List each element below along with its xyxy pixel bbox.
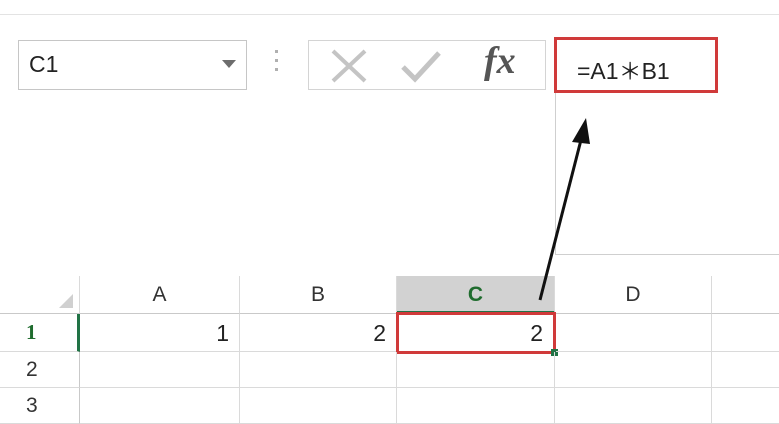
spreadsheet-grid: A B C D 1 1 2 2 2 3 [0,276,779,424]
column-header-a[interactable]: A [80,276,240,314]
cell-d1[interactable] [556,314,712,352]
name-box[interactable]: C1 [18,40,247,90]
cell-c1-value: 2 [530,320,543,346]
formula-text: =A1＊B1 [577,58,670,84]
column-header-e[interactable] [712,276,779,314]
row-header-3[interactable]: 3 [0,388,80,424]
select-all-corner[interactable] [0,276,80,314]
fx-icon[interactable]: fx [484,39,516,83]
cell-c2[interactable] [397,352,555,388]
cell-b3[interactable] [240,388,397,424]
cell-a3[interactable] [80,388,240,424]
cell-e3[interactable] [712,388,779,424]
cell-b1[interactable]: 2 [240,314,397,352]
cell-c1[interactable]: 2 [396,312,558,356]
cell-d2[interactable] [555,352,712,388]
cell-c3[interactable] [397,388,555,424]
cell-d3[interactable] [555,388,712,424]
name-box-value: C1 [29,51,59,77]
annotation-arrow-icon [538,118,590,301]
row-header-1[interactable]: 1 [0,314,80,352]
top-divider [0,14,779,15]
select-all-icon [59,294,73,308]
cell-e2[interactable] [712,352,779,388]
column-header-b[interactable]: B [240,276,397,314]
formula-input[interactable]: =A1＊B1 [554,37,718,93]
cancel-icon[interactable] [329,47,369,85]
formula-bar-buttons: fx [308,40,546,90]
cell-b2[interactable] [240,352,397,388]
enter-check-icon[interactable] [399,47,443,85]
cell-a2[interactable] [80,352,240,388]
row-header-2[interactable]: 2 [0,352,80,388]
chevron-down-icon[interactable] [222,60,236,68]
formula-bar-grip[interactable] [275,44,279,84]
cell-a1[interactable]: 1 [80,314,240,352]
cell-e1[interactable] [712,314,779,352]
